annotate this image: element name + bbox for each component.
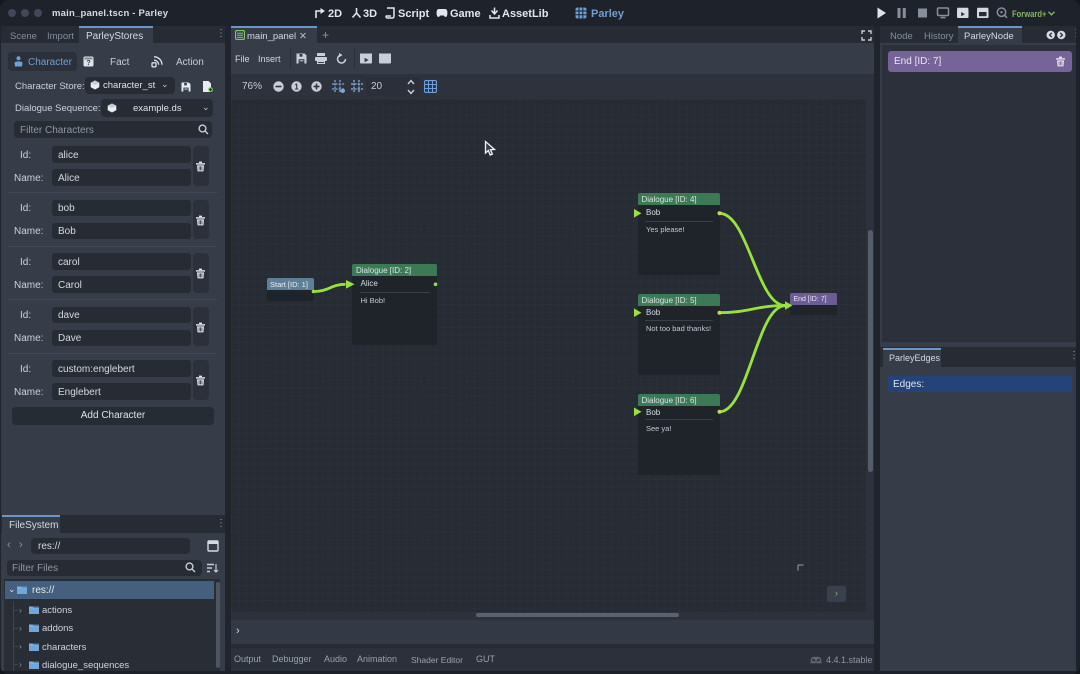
svg-text:?: ?	[86, 60, 90, 67]
svg-text:1: 1	[294, 82, 299, 91]
